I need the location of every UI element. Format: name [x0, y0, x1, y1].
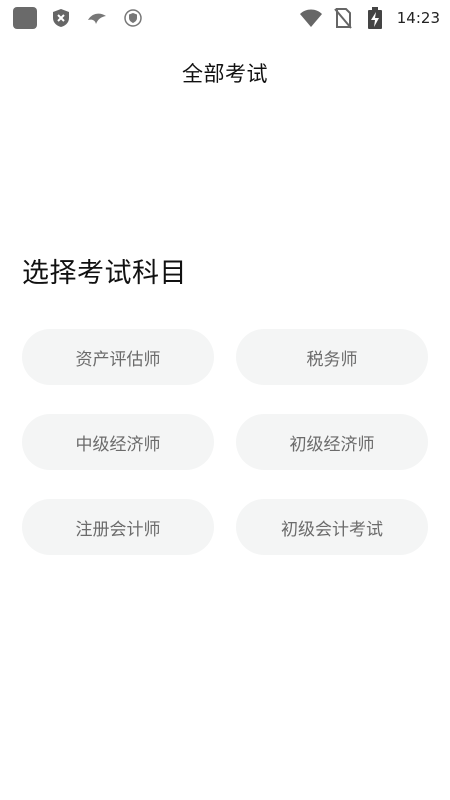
- exam-option-tax-agent[interactable]: 税务师: [236, 329, 428, 385]
- bird-logo-icon: [85, 6, 109, 30]
- section-title: 选择考试科目: [22, 258, 187, 289]
- exam-option-junior-economist[interactable]: 初级经济师: [236, 414, 428, 470]
- page-title: 全部考试: [182, 62, 268, 86]
- exam-option-junior-accounting[interactable]: 初级会计考试: [236, 499, 428, 555]
- battery-charging-icon: [363, 6, 387, 30]
- app-square-icon: [13, 7, 37, 29]
- shield-badge-icon: [121, 6, 145, 30]
- status-bar-left: [13, 6, 145, 30]
- exam-option-asset-appraiser[interactable]: 资产评估师: [22, 329, 214, 385]
- exam-option-cpa[interactable]: 注册会计师: [22, 499, 214, 555]
- status-bar: 14:23: [0, 0, 450, 34]
- shield-x-icon: [49, 6, 73, 30]
- exam-option-intermediate-economist[interactable]: 中级经济师: [22, 414, 214, 470]
- no-sim-icon: [331, 6, 355, 30]
- status-time: 14:23: [396, 9, 440, 27]
- status-bar-right: 14:23: [299, 6, 440, 30]
- exam-options-grid: 资产评估师 税务师 中级经济师 初级经济师 注册会计师 初级会计考试: [22, 329, 428, 555]
- wifi-icon: [299, 6, 323, 30]
